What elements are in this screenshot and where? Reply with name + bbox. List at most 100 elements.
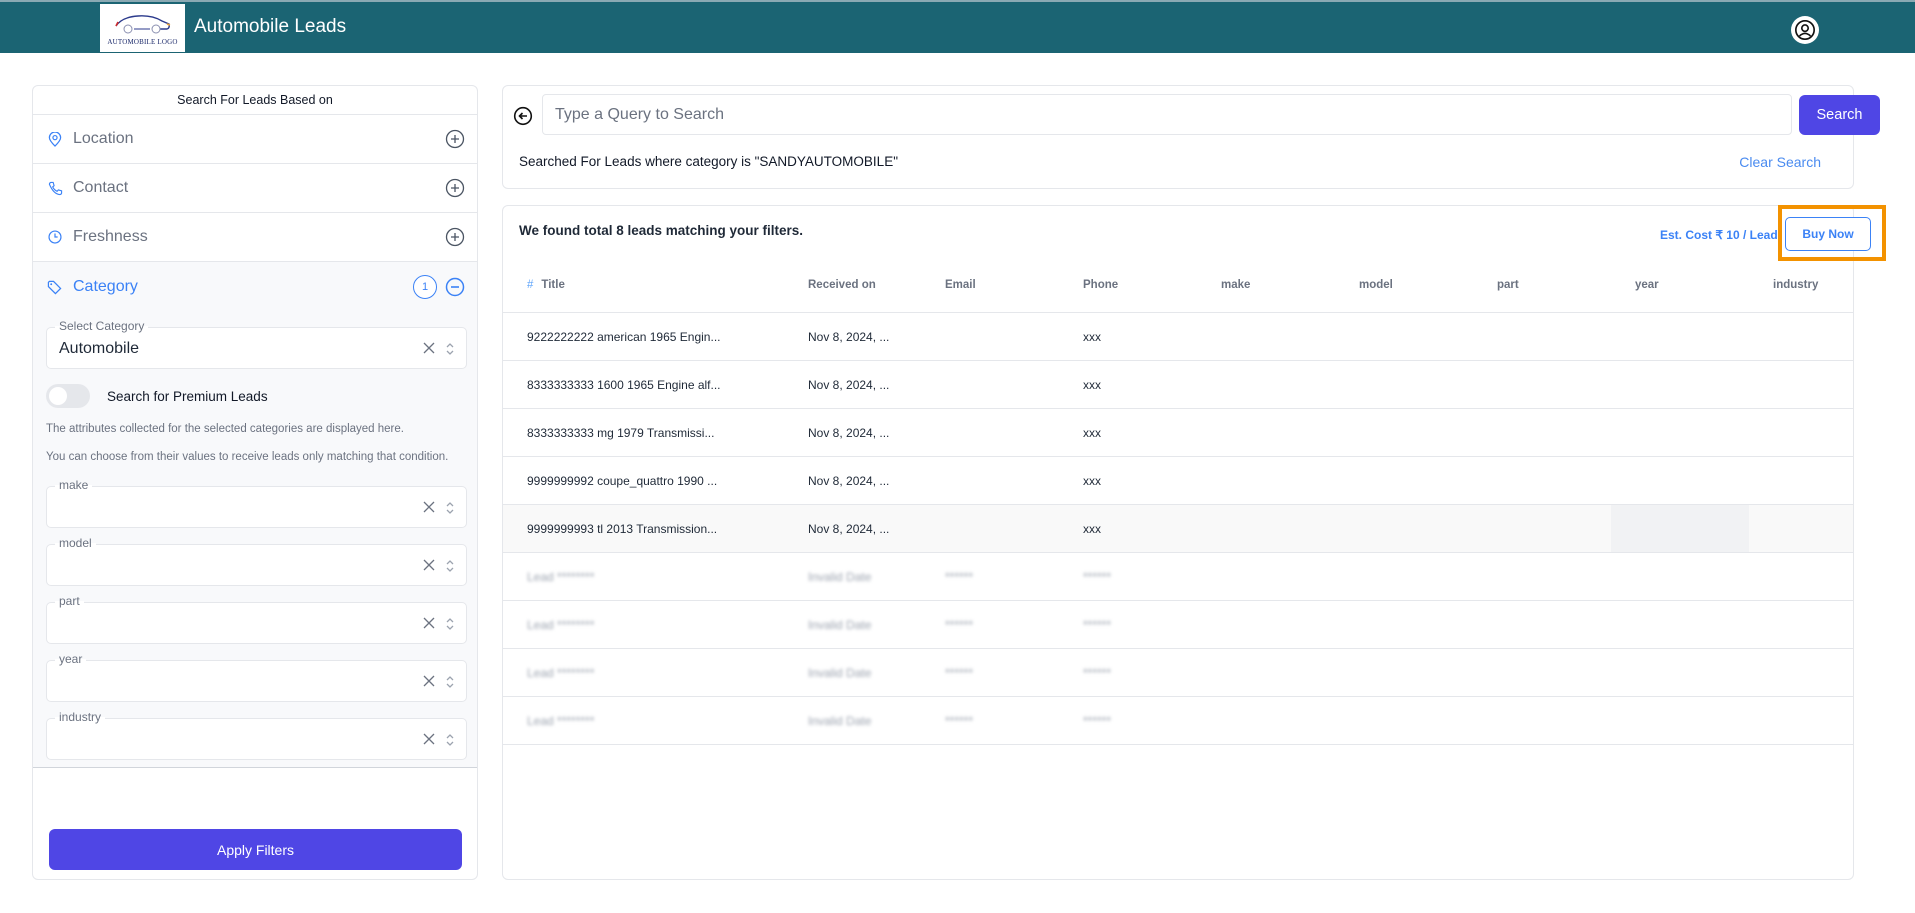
filter-sidebar: Search For Leads Based on Location Conta… — [32, 85, 478, 880]
chevron-up-down-icon[interactable] — [444, 731, 456, 749]
locked-table-row[interactable]: Lead ******** Invalid Date ****** ****** — [503, 601, 1853, 649]
clear-icon[interactable] — [422, 732, 436, 746]
attribute-year-label: year — [55, 652, 87, 666]
car-logo-icon — [114, 14, 170, 33]
attribute-part-field[interactable]: part — [46, 594, 467, 644]
app-title: Automobile Leads — [194, 16, 347, 37]
tag-icon — [47, 279, 63, 295]
attribute-model-field[interactable]: model — [46, 536, 467, 586]
searched-query-text: Searched For Leads where category is "SA… — [519, 154, 898, 169]
cell-title: Lead ******** — [527, 569, 595, 584]
app-logo[interactable]: AUTOMOBILE LOGO — [100, 4, 185, 52]
table-row[interactable]: 9222222222 american 1965 Engin... Nov 8,… — [503, 313, 1853, 361]
phone-icon — [47, 180, 63, 196]
table-row[interactable]: 9999999992 coupe_quattro 1990 ... Nov 8,… — [503, 457, 1853, 505]
chevron-up-down-icon[interactable] — [444, 340, 456, 358]
locked-table-row[interactable]: Lead ******** Invalid Date ****** ****** — [503, 553, 1853, 601]
attributes-hint-2: You can choose from their values to rece… — [46, 451, 449, 463]
premium-leads-label: Search for Premium Leads — [107, 388, 268, 404]
filter-freshness-label: Freshness — [73, 228, 148, 245]
attribute-part-label: part — [55, 594, 84, 608]
cell-received: Nov 8, 2024, ... — [808, 425, 890, 440]
cell-received: Invalid Date — [808, 569, 872, 584]
cell-title: Lead ******** — [527, 713, 595, 728]
clock-icon — [47, 229, 63, 245]
premium-leads-toggle[interactable] — [46, 384, 90, 408]
cell-received: Invalid Date — [808, 713, 872, 728]
search-card: Search Searched For Leads where category… — [502, 85, 1880, 189]
user-account-button[interactable] — [1791, 16, 1819, 44]
clear-icon[interactable] — [422, 341, 436, 355]
filter-freshness[interactable]: Freshness — [33, 213, 477, 262]
clear-icon[interactable] — [422, 500, 436, 514]
chevron-up-down-icon[interactable] — [444, 615, 456, 633]
column-header-index: # — [527, 279, 534, 291]
cell-email: ****** — [945, 617, 974, 632]
cell-phone: ****** — [1083, 713, 1112, 728]
attribute-make-label: make — [55, 478, 93, 492]
cell-received: Nov 8, 2024, ... — [808, 521, 890, 536]
filter-category[interactable]: Category 1 — [33, 262, 477, 312]
locked-table-row[interactable]: Lead ******** Invalid Date ****** ****** — [503, 649, 1853, 697]
column-header-title-label: Title — [541, 279, 565, 291]
cell-phone: xxx — [1083, 473, 1101, 488]
cell-received: Nov 8, 2024, ... — [808, 329, 890, 344]
column-header-make[interactable]: make — [1221, 279, 1250, 291]
select-category-field[interactable]: Select Category Automobile — [46, 319, 467, 369]
column-header-year[interactable]: year — [1635, 279, 1659, 291]
locked-table-row[interactable]: Lead ******** Invalid Date ****** ****** — [503, 697, 1853, 745]
filter-contact[interactable]: Contact — [33, 164, 477, 213]
category-count-badge: 1 — [413, 275, 437, 299]
results-card: We found total 8 leads matching your fil… — [502, 205, 1886, 880]
clear-icon[interactable] — [422, 674, 436, 688]
logo-text: AUTOMOBILE LOGO — [107, 37, 178, 46]
minus-circle-icon[interactable] — [445, 277, 465, 297]
attribute-model-label: model — [55, 536, 96, 550]
filter-location[interactable]: Location — [33, 115, 477, 164]
leads-table: # Title Received on Email Phone make mode… — [503, 258, 1853, 745]
cell-received: Nov 8, 2024, ... — [808, 473, 890, 488]
cell-phone: xxx — [1083, 329, 1101, 344]
column-header-received[interactable]: Received on — [808, 279, 876, 291]
table-row[interactable]: 8333333333 1600 1965 Engine alf... Nov 8… — [503, 361, 1853, 409]
cell-phone: xxx — [1083, 425, 1101, 440]
clear-icon[interactable] — [422, 558, 436, 572]
table-header: # Title Received on Email Phone make mode… — [503, 258, 1853, 313]
back-arrow-circle-icon[interactable] — [513, 106, 533, 126]
attribute-industry-label: industry — [55, 710, 106, 724]
cell-phone: xxx — [1083, 377, 1101, 392]
chevron-up-down-icon[interactable] — [444, 499, 456, 517]
buy-now-button[interactable]: Buy Now — [1785, 217, 1871, 251]
attribute-industry-field[interactable]: industry — [46, 710, 467, 760]
clear-search-link[interactable]: Clear Search — [1739, 154, 1821, 170]
chevron-up-down-icon[interactable] — [444, 557, 456, 575]
column-header-industry[interactable]: industry — [1773, 279, 1818, 291]
clear-icon[interactable] — [422, 616, 436, 630]
column-header-title[interactable]: # Title — [527, 279, 565, 291]
cell-phone: xxx — [1083, 521, 1101, 536]
attribute-make-field[interactable]: make — [46, 478, 467, 528]
apply-filters-button[interactable]: Apply Filters — [49, 829, 462, 870]
hovered-cell — [1611, 505, 1749, 552]
plus-circle-icon[interactable] — [445, 178, 465, 198]
table-row[interactable]: 9999999993 tl 2013 Transmission... Nov 8… — [503, 505, 1853, 553]
column-header-phone[interactable]: Phone — [1083, 279, 1118, 291]
column-header-model[interactable]: model — [1359, 279, 1393, 291]
column-header-email[interactable]: Email — [945, 279, 976, 291]
filter-category-label: Category — [73, 278, 138, 295]
cell-received: Invalid Date — [808, 665, 872, 680]
chevron-up-down-icon[interactable] — [444, 673, 456, 691]
filter-contact-label: Contact — [73, 179, 129, 196]
search-input[interactable] — [542, 94, 1792, 135]
cell-email: ****** — [945, 713, 974, 728]
cell-email: ****** — [945, 665, 974, 680]
column-header-part[interactable]: part — [1497, 279, 1519, 291]
plus-circle-icon[interactable] — [445, 227, 465, 247]
cell-phone: ****** — [1083, 617, 1112, 632]
cell-received: Nov 8, 2024, ... — [808, 377, 890, 392]
plus-circle-icon[interactable] — [445, 129, 465, 149]
search-button[interactable]: Search — [1799, 95, 1880, 135]
attribute-year-field[interactable]: year — [46, 652, 467, 702]
filter-category-section: Category 1 Select Category Automobile Se… — [33, 262, 477, 768]
table-row[interactable]: 8333333333 mg 1979 Transmissi... Nov 8, … — [503, 409, 1853, 457]
